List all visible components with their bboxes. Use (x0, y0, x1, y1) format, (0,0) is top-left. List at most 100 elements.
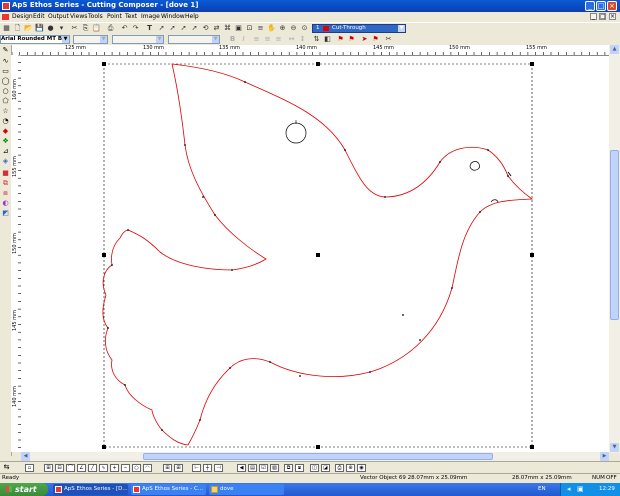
dove-eye-shape[interactable] (469, 161, 480, 171)
menu-point[interactable]: Point (107, 13, 122, 20)
open-path-icon[interactable]: ◠ (143, 464, 152, 472)
scroll-down-icon[interactable]: ▼ (610, 443, 619, 452)
chevron-down-icon[interactable]: ▼ (398, 25, 405, 32)
mdi-restore-button[interactable]: □ (599, 13, 606, 20)
rotate-icon[interactable]: ⟲ (201, 24, 210, 33)
vertical-scrollbar[interactable]: ▲ ▼ (609, 45, 620, 453)
vertical-scroll-thumb[interactable] (610, 150, 619, 320)
red-swatch-icon[interactable]: ■ (1, 169, 10, 178)
scroll-left-icon[interactable]: ◀ (21, 452, 30, 461)
layer-combo[interactable]: 1 Cut-Through ▼ (312, 24, 406, 33)
height-combo[interactable]: ▼ (168, 35, 220, 44)
dropdown-icon[interactable]: ▾ (57, 24, 66, 33)
check-icon[interactable]: ☑ (259, 464, 268, 472)
mdi-close-button[interactable]: × (609, 13, 616, 20)
bounding-box-icon[interactable]: ▣ (234, 24, 243, 33)
chevron-down-icon[interactable]: ▼ (100, 36, 107, 43)
trim-icon[interactable]: ◪ (321, 464, 330, 472)
rectangle-icon[interactable]: ▭ (1, 67, 10, 76)
chevron-down-icon[interactable]: ▼ (156, 36, 163, 43)
menu-edit[interactable]: Edit (33, 13, 45, 20)
group-icon[interactable]: ⧉ (284, 464, 293, 472)
menu-views[interactable]: Views (70, 13, 87, 20)
beak-mark[interactable] (490, 199, 499, 203)
menu-tools[interactable]: Tools (88, 13, 103, 20)
start-button[interactable]: start (0, 483, 48, 496)
zoom-in-icon[interactable]: ⊕ (278, 24, 287, 33)
cut-layer-icon[interactable]: ⚑ (347, 35, 356, 44)
fill-icon[interactable]: ◆ (1, 127, 10, 136)
mdi-minimize-button[interactable]: _ (590, 13, 597, 20)
node-add-icon[interactable]: ➚ (179, 24, 188, 33)
flag-alt-icon[interactable]: ⚑ (371, 35, 380, 44)
curve-icon[interactable]: ∿ (99, 464, 108, 472)
network-icon[interactable]: ▣ (577, 485, 584, 493)
snap-icon[interactable]: ⊞ (174, 464, 183, 472)
preview-icon[interactable]: ◉ (357, 464, 366, 472)
hand-pan-icon[interactable]: ✋ (267, 24, 276, 33)
taskbar-item-ethos-d[interactable]: ApS Ethos Series - [D... (53, 484, 128, 495)
document-icon[interactable] (2, 14, 9, 20)
weld-shapes-icon[interactable]: ◫ (310, 464, 319, 472)
new-document-icon[interactable]: 🗋 (13, 24, 22, 33)
measure-icon[interactable]: ⊿ (1, 147, 10, 156)
corner-icon[interactable]: ∠ (77, 464, 86, 472)
smooth-icon[interactable]: ⌒ (66, 464, 75, 472)
close-path-icon[interactable]: ○ (132, 464, 141, 472)
join-icon[interactable]: ⊞ (44, 464, 53, 472)
image-icon[interactable]: ▧ (270, 464, 279, 472)
crop-icon[interactable]: ⊡ (245, 24, 254, 33)
send-to-cutter-icon[interactable]: ⎙ (335, 464, 344, 472)
zoom-out-icon[interactable]: ⊖ (289, 24, 298, 33)
line-icon[interactable]: ╱ (88, 464, 97, 472)
align-icon[interactable]: ≡ (256, 24, 265, 33)
scroll-right-icon[interactable]: ▶ (600, 452, 609, 461)
minimize-button[interactable]: _ (585, 1, 595, 11)
effects-icon[interactable]: ◩ (1, 209, 10, 218)
break-icon[interactable]: ⊟ (55, 464, 64, 472)
mirror-icon[interactable]: ⇄ (212, 24, 221, 33)
italic-icon[interactable]: I (239, 35, 248, 44)
circle-shape[interactable] (285, 122, 307, 144)
language-indicator[interactable]: EN (538, 486, 546, 492)
align-center-icon[interactable]: ≡ (263, 35, 272, 44)
arc-icon[interactable]: ◔ (1, 117, 10, 126)
menu-design[interactable]: Design (12, 13, 33, 20)
leading-icon[interactable]: ↕ (298, 35, 307, 44)
pen-icon[interactable]: ✎ (1, 46, 10, 55)
menu-output[interactable]: Output (48, 13, 69, 20)
node-icon[interactable]: ▫ (25, 464, 34, 472)
menu-image[interactable]: Image (141, 13, 160, 20)
polygon-icon[interactable]: ⬠ (1, 97, 10, 106)
taskbar-item-dove[interactable]: dove (209, 484, 284, 495)
cut-icon[interactable]: ✂ (70, 24, 79, 33)
print-icon[interactable]: ⎙ (106, 24, 115, 33)
chevron-down-icon[interactable]: ▼ (212, 36, 219, 43)
kerning-icon[interactable]: ↔ (287, 35, 296, 44)
spacing-combo[interactable]: ▼ (112, 35, 164, 44)
ungroup-icon[interactable]: ⧈ (295, 464, 304, 472)
speaker-icon[interactable]: ◂ (567, 485, 571, 493)
font-size-combo[interactable]: ▼ (73, 35, 108, 44)
menu-window[interactable]: Window (161, 13, 185, 20)
bold-icon[interactable]: B (228, 35, 237, 44)
maximize-button[interactable]: □ (596, 1, 606, 11)
circle-icon[interactable]: ○ (1, 87, 10, 96)
scissors-icon[interactable]: ✂ (384, 35, 393, 44)
drawing-canvas[interactable] (21, 56, 609, 452)
align-right-icon[interactable]: ≡ (274, 35, 283, 44)
text-tool-icon[interactable]: T (145, 24, 154, 33)
globe-icon[interactable]: ● (46, 24, 55, 33)
align-left-icon[interactable]: ≡ (252, 35, 261, 44)
contour-icon[interactable]: ⧈ (1, 189, 10, 198)
align-center-objects-icon[interactable]: ┼ (203, 464, 212, 472)
blend-icon[interactable]: ◐ (1, 199, 10, 208)
chevron-down-icon[interactable]: ▼ (62, 36, 69, 43)
open-folder-icon[interactable]: 📂 (24, 24, 33, 33)
layer-visible-icon[interactable]: ◧ (323, 35, 332, 44)
copy-icon[interactable]: ⎘ (81, 24, 90, 33)
path-nodes[interactable] (107, 81, 509, 431)
menu-help[interactable]: Help (185, 13, 199, 20)
layer-order-icon[interactable]: ⇅ (312, 35, 321, 44)
pointer-icon[interactable]: ➚ (157, 24, 166, 33)
